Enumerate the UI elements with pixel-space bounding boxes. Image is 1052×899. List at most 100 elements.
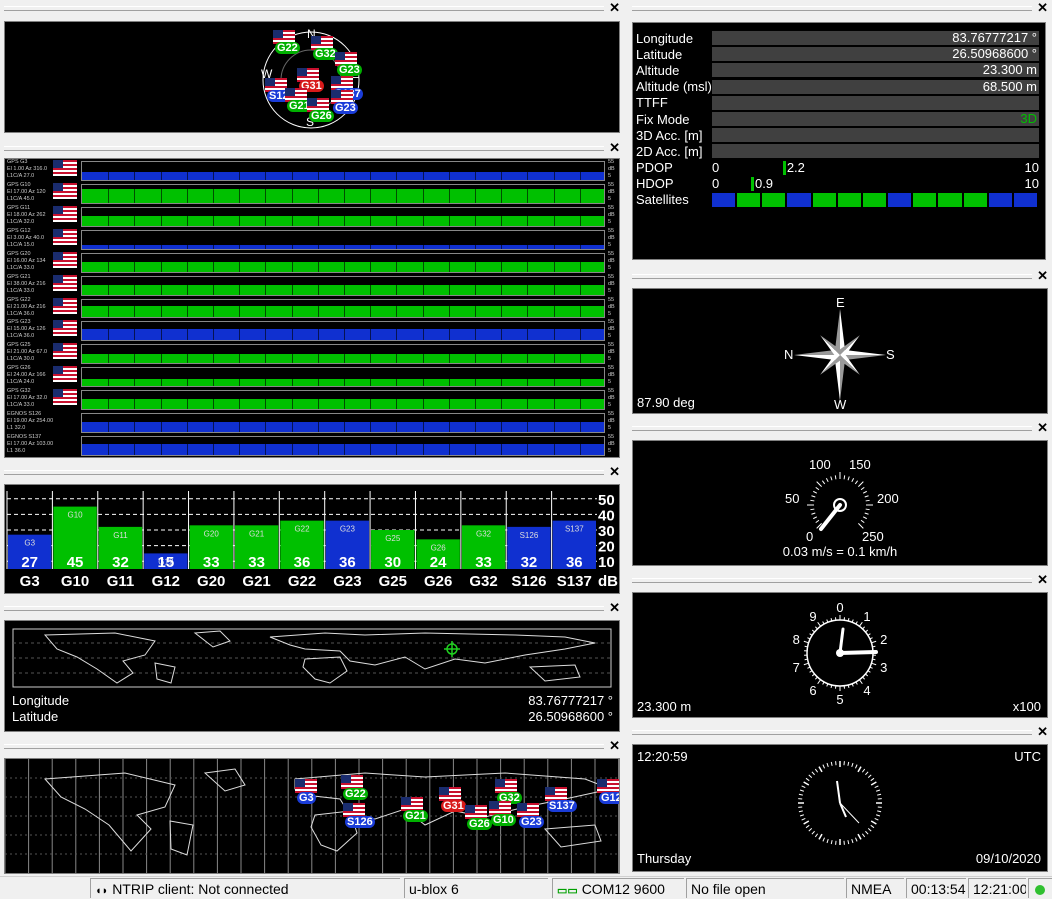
compass-view: E W N S 87.90 deg	[632, 288, 1048, 414]
status-clock-text: 12:21:00	[973, 881, 1026, 897]
speed-titlebar[interactable]: ✕	[628, 420, 1052, 438]
signal-history-graph	[81, 276, 605, 296]
map-satellite-label[interactable]: G22	[343, 788, 368, 800]
elapsed-text: 00:13:54	[911, 881, 966, 897]
nav-value	[712, 144, 1039, 158]
us-flag-icon	[489, 801, 511, 815]
signal-history-text: L1C/A 30.0	[7, 356, 57, 363]
sky-satellite-label[interactable]: G26	[309, 110, 334, 122]
bar-category-label: G12	[152, 573, 180, 590]
pdop-row: PDOP 0 2.2 10	[633, 160, 1045, 176]
signal-history-titlebar[interactable]: ✕	[0, 140, 624, 158]
map-satellite-label[interactable]: G3	[297, 792, 316, 804]
us-flag-icon	[53, 366, 77, 382]
signal-strength-titlebar[interactable]: ✕	[0, 464, 624, 482]
bar-inner-label: G32	[476, 529, 492, 538]
signal-history-row: GPS G11El 18.00 Az 262L1C/A 32.055dB5	[5, 205, 619, 228]
close-icon[interactable]: ✕	[609, 141, 620, 155]
navigation-titlebar[interactable]: ✕	[628, 0, 1052, 18]
nav-label: Longitude	[633, 31, 712, 46]
hdop-label: HDOP	[633, 176, 712, 191]
map-satellite-label[interactable]: G26	[467, 818, 492, 830]
sky-view-titlebar[interactable]: ✕	[0, 0, 624, 18]
close-icon[interactable]: ✕	[609, 601, 620, 615]
bar-value-label: 45	[67, 554, 84, 571]
pdop-max: 10	[1025, 161, 1039, 175]
map-satellite-label[interactable]: G21	[403, 810, 428, 822]
satellite-block	[737, 193, 760, 207]
map-satellite-label[interactable]: S126	[345, 816, 375, 828]
signal-history-text: L1C/A 15.0	[7, 242, 57, 249]
nav-label: Latitude	[633, 47, 712, 62]
map-satellite-label[interactable]: G31	[441, 800, 466, 812]
navigation-data: Longitude83.76777217 °Latitude26.5096860…	[632, 22, 1046, 260]
map-satellite-label[interactable]: G12	[599, 792, 620, 804]
status-port[interactable]: ▭▭ COM12 9600	[552, 878, 684, 898]
map-satellite-label[interactable]: G10	[491, 814, 516, 826]
sky-satellite-label[interactable]: G23	[337, 64, 362, 76]
map-satellite-label[interactable]: G23	[519, 816, 544, 828]
speed-tick-150: 150	[849, 457, 871, 472]
close-icon[interactable]: ✕	[609, 465, 620, 479]
bar-inner-label: G21	[249, 529, 265, 538]
satellite-map[interactable]: G3G22S126G21G31G26G32G10G23S137G12	[4, 758, 620, 874]
close-icon[interactable]: ✕	[1037, 269, 1048, 283]
status-ntrip[interactable]: ◖◗ NTRIP client: Not connected	[90, 878, 400, 898]
signal-history-text: GPS G25	[7, 342, 57, 349]
speed-panel: ✕ 100 150 50 200 0 250 0.03 m/s = 0.1 km…	[628, 420, 1052, 568]
world-position-titlebar[interactable]: ✕	[0, 600, 624, 618]
close-icon[interactable]: ✕	[1037, 573, 1048, 587]
signal-history-text: El 21.00 Az 67.0	[7, 349, 57, 356]
bar-value-label: 32	[112, 554, 129, 571]
altimeter-digit: 0	[836, 600, 843, 615]
bar-inner-label: G11	[113, 531, 128, 540]
close-icon[interactable]: ✕	[1037, 1, 1048, 15]
status-receiver[interactable]: u-blox 6	[404, 878, 548, 898]
map-satellite-label[interactable]: S137	[547, 800, 577, 812]
nav-label: Altitude (msl)	[633, 79, 712, 94]
sky-satellite-label[interactable]: G22	[275, 42, 300, 54]
signal-history-row: GPS G10El 17.00 Az 120L1C/A 45.055dB5	[5, 182, 619, 205]
clock-titlebar[interactable]: ✕	[628, 724, 1052, 742]
bar-value-label: 36	[566, 554, 583, 571]
close-icon[interactable]: ✕	[609, 1, 620, 15]
altimeter-titlebar[interactable]: ✕	[628, 572, 1052, 590]
us-flag-icon	[53, 229, 77, 245]
heading-value: 87.90 deg	[637, 395, 695, 410]
signal-history-row: GPS G3El 1.00 Az 316.0L1C/A 27.055dB5	[5, 159, 619, 182]
close-icon[interactable]: ✕	[1037, 725, 1048, 739]
status-file[interactable]: No file open	[686, 878, 844, 898]
signal-strength-chart: G327G3G1045G10G1132G11G1215G12G2033G20G2…	[4, 484, 620, 594]
nav-label: 3D Acc. [m]	[633, 128, 712, 143]
close-icon[interactable]: ✕	[609, 739, 620, 753]
signal-history-text: El 1.00 Az 316.0	[7, 166, 57, 173]
bar-category-label: G26	[424, 573, 452, 590]
compass-rose-icon: E W N S	[633, 289, 1047, 413]
signal-history-row: GPS G12El 3.00 Az 40.0L1C/A 15.055dB5	[5, 228, 619, 251]
us-flag-icon	[465, 805, 487, 819]
satellite-map-titlebar[interactable]: ✕	[0, 738, 624, 756]
status-protocol[interactable]: NMEA	[846, 878, 904, 898]
signal-history-text: El 16.00 Az 134	[7, 258, 57, 265]
world-position-view[interactable]: Longitude Latitude 83.76777217 ° 26.5096…	[4, 620, 620, 732]
us-flag-icon	[53, 183, 77, 199]
us-flag-icon	[53, 206, 77, 222]
signal-history-text: GPS G23	[7, 319, 57, 326]
us-flag-icon	[545, 787, 567, 801]
signal-history-scale: 55dB5	[608, 297, 615, 318]
navigation-panel: ✕ Longitude83.76777217 °Latitude26.50968…	[628, 0, 1052, 264]
sky-view[interactable]: N E S W G22G32G23G31S137S126G21G26G23	[4, 21, 620, 133]
compass-panel: ✕ E W N S 87.90 deg	[628, 268, 1052, 416]
signal-history-text: GPS G32	[7, 388, 57, 395]
world-lon-value: 83.76777217 °	[528, 693, 613, 708]
nav-value: 23.300 m	[712, 63, 1039, 77]
satellite-block	[838, 193, 861, 207]
compass-titlebar[interactable]: ✕	[628, 268, 1052, 286]
signal-history-label: GPS G25El 21.00 Az 67.0L1C/A 30.0	[7, 342, 57, 363]
close-icon[interactable]: ✕	[1037, 421, 1048, 435]
satellites-row: Satellites	[633, 192, 1045, 208]
us-flag-icon	[401, 797, 423, 811]
hdop-level-bar	[751, 177, 754, 191]
satellite-block	[712, 193, 735, 207]
sky-satellite-label[interactable]: G23	[333, 102, 358, 114]
